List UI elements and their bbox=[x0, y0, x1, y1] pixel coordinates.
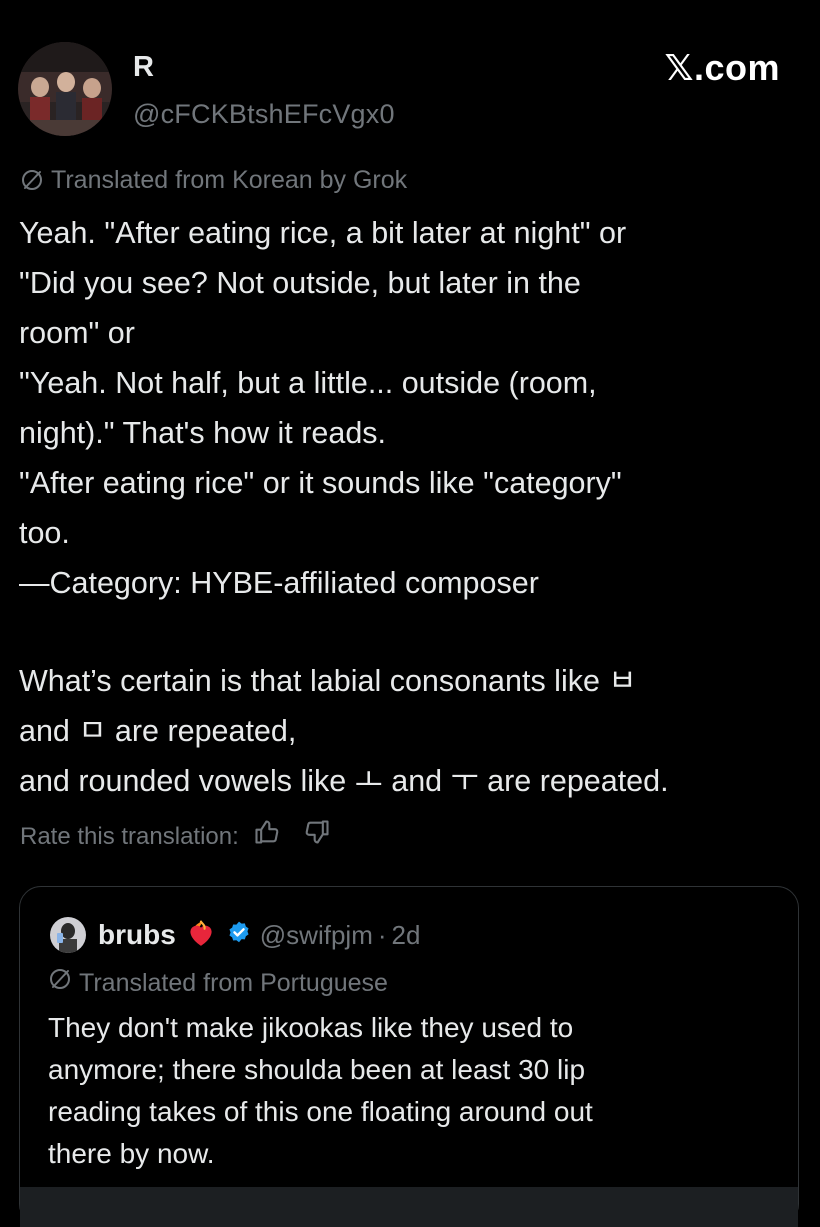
quoted-line: anymore; there shoulda been at least 30 … bbox=[48, 1054, 586, 1085]
quoted-translation-note: Translated from Portuguese bbox=[48, 967, 388, 999]
quoted-author-handle[interactable]: @swifpjm bbox=[260, 920, 373, 951]
quoted-translation-note-text: Translated from Portuguese bbox=[79, 969, 388, 997]
quoted-author-avatar[interactable] bbox=[50, 917, 86, 953]
tweet-line: and rounded vowels like ㅗ and ㅜ are repe… bbox=[19, 764, 669, 798]
translate-slash-icon bbox=[20, 168, 44, 192]
verified-badge-icon bbox=[226, 920, 252, 951]
tweet-line: "Yeah. Not half, but a little... outside… bbox=[19, 366, 597, 400]
quoted-post-text: They don't make jikookas like they used … bbox=[48, 1007, 748, 1175]
rate-translation-row: Rate this translation: bbox=[20, 818, 331, 856]
translate-slash-icon bbox=[48, 967, 72, 999]
author-handle[interactable]: @cFCKBtshEFcVgx0 bbox=[133, 98, 395, 130]
rate-translation-label: Rate this translation: bbox=[20, 823, 239, 850]
tweet-line: night)." That's how it reads. bbox=[19, 416, 387, 450]
tweet-line: room" or bbox=[19, 316, 135, 350]
translation-note: Translated from Korean by Grok bbox=[20, 164, 407, 196]
tweet-line: "After eating rice" or it sounds like "c… bbox=[19, 466, 622, 500]
tweet-line: and ㅁ are repeated, bbox=[19, 714, 297, 748]
quoted-post[interactable]: brubs @swifpjm · 2d Translated from Port… bbox=[19, 886, 799, 1227]
author-display-name[interactable]: R bbox=[133, 50, 154, 84]
quoted-media-preview[interactable] bbox=[20, 1187, 798, 1227]
thumbs-down-icon[interactable] bbox=[303, 818, 331, 856]
separator-dot: · bbox=[377, 919, 387, 950]
flaming-heart-icon bbox=[184, 916, 218, 955]
translation-note-text: Translated from Korean by Grok bbox=[51, 166, 408, 194]
quoted-post-time[interactable]: 2d bbox=[392, 920, 421, 951]
quoted-post-header: brubs @swifpjm · 2d bbox=[98, 915, 420, 955]
quoted-line: reading takes of this one floating aroun… bbox=[48, 1096, 593, 1127]
quoted-line: there by now. bbox=[48, 1138, 215, 1169]
author-avatar[interactable] bbox=[18, 42, 112, 136]
quoted-author-name[interactable]: brubs bbox=[98, 919, 176, 951]
thumbs-up-icon[interactable] bbox=[253, 818, 281, 856]
tweet-text: Yeah. "After eating rice, a bit later at… bbox=[19, 208, 809, 806]
tweet-line: What’s certain is that labial consonants… bbox=[19, 664, 637, 698]
x-logo: 𝕏.com bbox=[664, 47, 780, 88]
tweet-line: —Category: HYBE-affiliated composer bbox=[19, 566, 539, 600]
tweet-line: Yeah. "After eating rice, a bit later at… bbox=[19, 216, 627, 250]
post: R @cFCKBtshEFcVgx0 𝕏.com Translated from… bbox=[0, 0, 820, 1227]
tweet-line: too. bbox=[19, 516, 70, 550]
quoted-line: They don't make jikookas like they used … bbox=[48, 1012, 574, 1043]
tweet-line: "Did you see? Not outside, but later in … bbox=[19, 266, 581, 300]
